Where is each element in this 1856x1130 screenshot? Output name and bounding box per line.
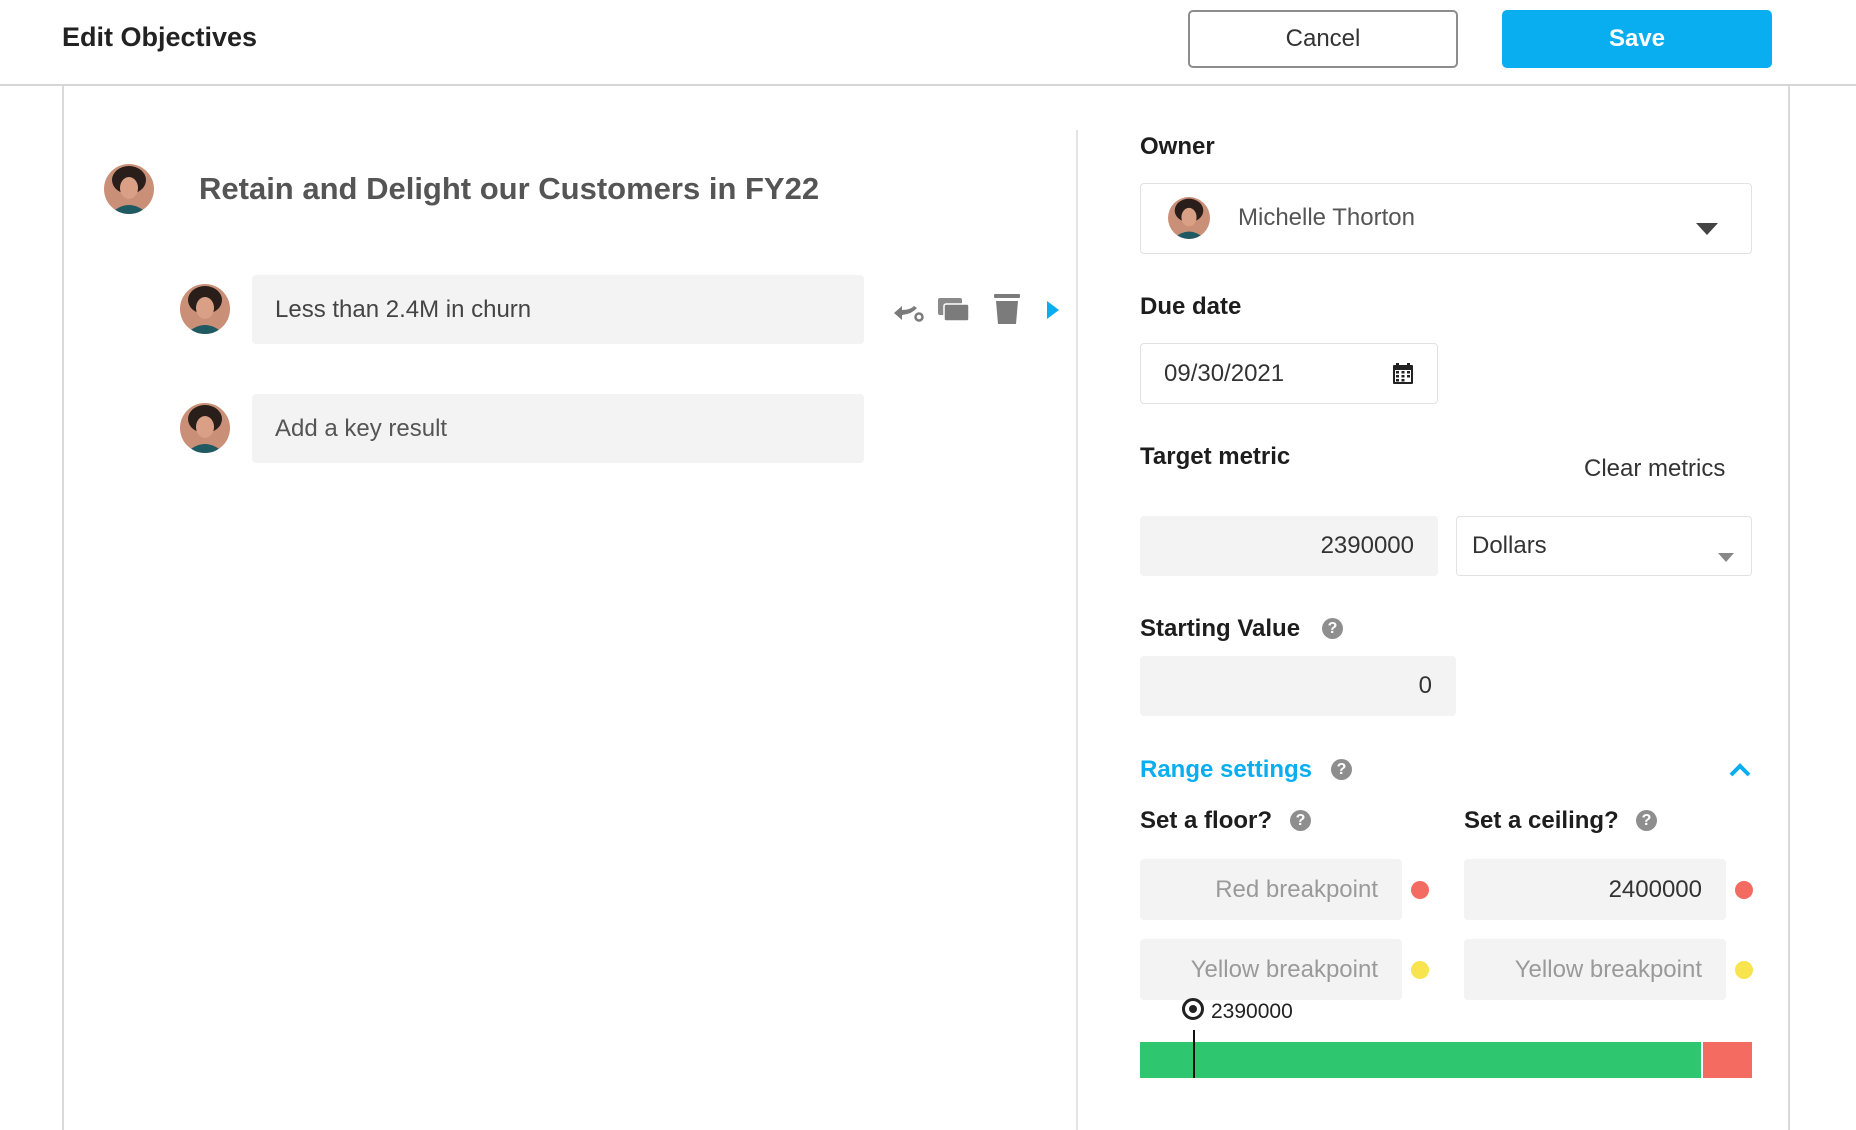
- help-icon[interactable]: ?: [1322, 618, 1343, 639]
- chevron-down-icon: [1718, 541, 1734, 569]
- starting-value-input[interactable]: 0: [1140, 656, 1456, 716]
- column-divider: [1076, 130, 1078, 1130]
- range-marker-line: [1193, 1030, 1195, 1078]
- ceiling-red-breakpoint-input[interactable]: 2400000: [1464, 859, 1726, 920]
- floor-label: Set a floor?: [1140, 807, 1273, 834]
- header-bar: Edit Objectives Cancel Save: [0, 0, 1856, 86]
- range-green-segment: [1140, 1042, 1701, 1078]
- cancel-button[interactable]: Cancel: [1188, 10, 1458, 68]
- target-value-input[interactable]: 2390000: [1140, 516, 1438, 576]
- align-icon[interactable]: [892, 302, 924, 329]
- help-icon[interactable]: ?: [1290, 810, 1311, 831]
- clear-metrics-link[interactable]: Clear metrics: [1584, 455, 1725, 483]
- target-marker-icon: [1181, 997, 1205, 1026]
- ceiling-yellow-breakpoint-input[interactable]: Yellow breakpoint: [1464, 939, 1726, 1000]
- yellow-indicator: [1735, 961, 1753, 979]
- add-key-result-input[interactable]: Add a key result: [252, 394, 864, 463]
- owner-label: Owner: [1140, 133, 1215, 160]
- due-date-input[interactable]: 09/30/2021: [1140, 343, 1438, 404]
- objective-title[interactable]: Retain and Delight our Customers in FY22: [199, 171, 819, 207]
- ceiling-label: Set a ceiling?: [1464, 807, 1619, 834]
- key-result-input[interactable]: Less than 2.4M in churn: [252, 275, 864, 344]
- range-marker: 2390000: [1181, 997, 1293, 1026]
- target-metric-label: Target metric: [1140, 443, 1291, 470]
- page-title: Edit Objectives: [62, 22, 258, 52]
- yellow-indicator: [1411, 961, 1429, 979]
- red-indicator: [1411, 881, 1429, 899]
- due-date-value: 09/30/2021: [1164, 359, 1285, 387]
- owner-name: Michelle Thorton: [1238, 204, 1415, 231]
- range-marker-value: 2390000: [1211, 999, 1293, 1023]
- save-button[interactable]: Save: [1502, 10, 1772, 68]
- key-result-owner-avatar[interactable]: [180, 284, 230, 334]
- frame-left-border: [62, 86, 64, 1130]
- chevron-up-icon[interactable]: [1729, 763, 1751, 782]
- floor-yellow-breakpoint-input[interactable]: Yellow breakpoint: [1140, 939, 1402, 1000]
- due-date-label: Due date: [1140, 293, 1242, 320]
- expand-arrow-icon[interactable]: [1046, 300, 1060, 325]
- owner-avatar: [1168, 197, 1210, 239]
- chevron-down-icon: [1696, 214, 1718, 242]
- range-bar: [1140, 1030, 1752, 1078]
- floor-red-breakpoint-input[interactable]: Red breakpoint: [1140, 859, 1402, 920]
- unit-select[interactable]: Dollars: [1456, 516, 1752, 576]
- red-indicator: [1735, 881, 1753, 899]
- calendar-icon[interactable]: [1393, 363, 1413, 391]
- owner-select[interactable]: Michelle Thorton: [1140, 183, 1752, 254]
- add-key-result-avatar: [180, 403, 230, 453]
- starting-value-label: Starting Value: [1140, 615, 1301, 642]
- range-settings-toggle[interactable]: Range settings: [1140, 756, 1312, 784]
- duplicate-icon[interactable]: [938, 296, 970, 327]
- unit-value: Dollars: [1472, 532, 1547, 559]
- help-icon[interactable]: ?: [1636, 810, 1657, 831]
- range-red-segment: [1703, 1042, 1752, 1078]
- frame-right-border: [1788, 86, 1790, 1130]
- trash-icon[interactable]: [994, 294, 1020, 329]
- objective-owner-avatar: [104, 164, 154, 214]
- help-icon[interactable]: ?: [1331, 759, 1352, 780]
